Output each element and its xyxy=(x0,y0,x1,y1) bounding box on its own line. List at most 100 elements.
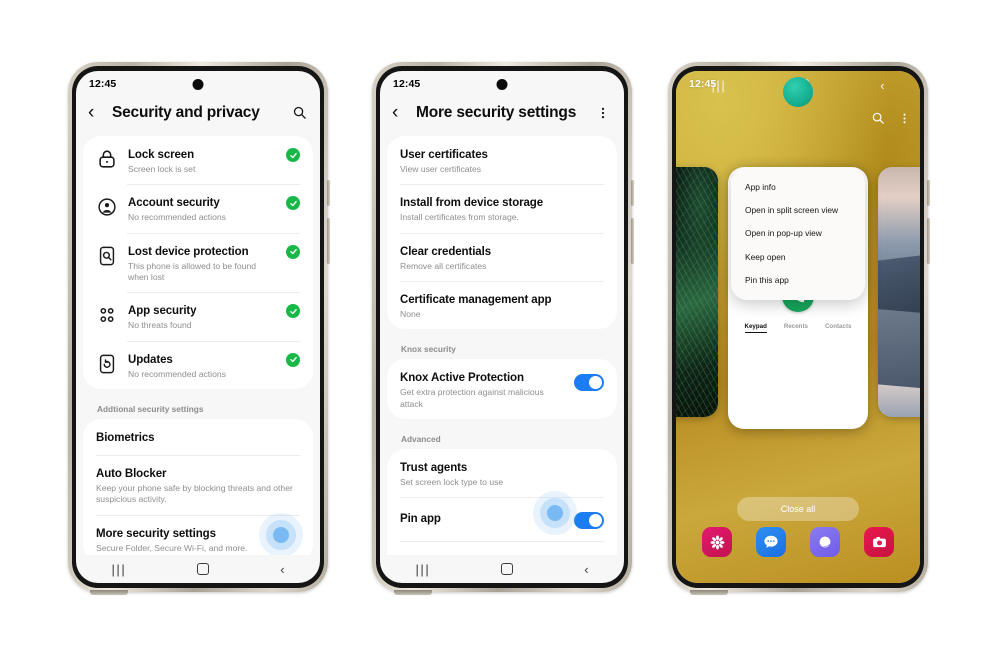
status-ok-badge xyxy=(286,244,300,259)
setting-row-clear-credentials[interactable]: Clear credentials Remove all certificate… xyxy=(389,232,615,281)
status-ok-badge xyxy=(286,148,300,162)
setting-row-trust-agents[interactable]: Trust agents Set screen lock type to use xyxy=(389,449,615,497)
setting-row-lock-screen[interactable]: Lock screen Screen lock is set xyxy=(85,136,311,184)
back-icon[interactable]: ‹ xyxy=(584,562,588,577)
tab-keypad[interactable]: Keypad xyxy=(744,323,767,333)
phone-screen-2: 12:45 ‹ More security settings User cert… xyxy=(380,71,624,583)
setting-row-lost-device-protection[interactable]: Lost device protection This phone is all… xyxy=(85,232,311,293)
knox-active-protection-toggle[interactable] xyxy=(574,374,604,392)
search-icon[interactable] xyxy=(290,104,308,122)
power-button[interactable] xyxy=(631,218,634,264)
phone-bezel-2: 12:45 ‹ More security settings User cert… xyxy=(376,66,628,588)
menu-item-pin-this-app[interactable]: Pin this app xyxy=(731,269,865,292)
settings-app-security-privacy: 12:45 ‹ Security and privacy Lock screen… xyxy=(76,71,320,583)
row-sub: View user certificates xyxy=(400,164,482,174)
status-clock: 12:45 xyxy=(89,78,117,90)
section-header-knox-security: Knox security xyxy=(401,344,456,355)
recents-card-left[interactable] xyxy=(676,167,718,417)
row-sub: Screen lock is set xyxy=(128,164,196,174)
recents-icon[interactable]: ||| xyxy=(415,562,430,577)
phone-bezel-3: 12:45 Keypad Recents Contacts App info O… xyxy=(672,66,924,588)
setting-row-certificate-management-app[interactable]: Certificate management app None xyxy=(389,281,615,329)
menu-item-app-info[interactable]: App info xyxy=(731,176,865,199)
page-title: More security settings xyxy=(416,103,577,121)
menu-item-open-in-pop-up-view[interactable]: Open in pop-up view xyxy=(731,222,865,245)
row-label: Install from device storage xyxy=(400,197,544,210)
status-clock: 12:45 xyxy=(393,78,421,90)
volume-button[interactable] xyxy=(327,180,330,206)
phone-screen-1: 12:45 ‹ Security and privacy Lock screen… xyxy=(76,71,320,583)
settings-scroll-2[interactable]: User certificates View user certificates… xyxy=(380,136,624,555)
row-sub: Get extra protection against malicious a… xyxy=(400,387,544,409)
setting-row-auto-blocker[interactable]: Auto Blocker Keep your phone safe by blo… xyxy=(85,455,311,515)
row-label: Clear credentials xyxy=(400,245,491,258)
tab-contacts[interactable]: Contacts xyxy=(825,323,851,333)
phone-device-2: 12:45 ‹ More security settings User cert… xyxy=(372,62,634,595)
row-sub: No recommended actions xyxy=(128,212,226,223)
system-navigation-bar-2: ||| ‹ xyxy=(380,555,624,583)
dialer-tabs: Keypad Recents Contacts xyxy=(728,323,868,333)
status-clock: 12:45 xyxy=(689,78,717,90)
additional-security-card: Biometrics Auto Blocker Keep your phone … xyxy=(83,419,313,555)
setting-row-knox-active-protection[interactable]: Knox Active Protection Get extra protect… xyxy=(389,359,615,419)
power-button[interactable] xyxy=(927,218,930,264)
recents-card-right[interactable] xyxy=(878,167,920,417)
home-icon[interactable] xyxy=(197,563,210,575)
recents-actions xyxy=(871,111,911,125)
section-header-additional-security: Addtional security settings xyxy=(97,404,204,415)
row-sub: Remove all certificates xyxy=(400,260,487,271)
chevron-left-icon[interactable]: ‹ xyxy=(88,103,104,122)
volume-button[interactable] xyxy=(631,180,634,206)
setting-row-biometrics[interactable]: Biometrics xyxy=(85,419,311,455)
menu-item-open-in-split-screen-view[interactable]: Open in split screen view xyxy=(731,199,865,222)
row-label: Account security xyxy=(128,197,220,210)
camera-punch-hole xyxy=(496,79,508,90)
palm-leaf-thumbnail xyxy=(676,167,718,417)
row-sub: Secure Folder, Secure Wi-Fi, and more. xyxy=(96,542,248,553)
row-label: More security settings xyxy=(96,527,216,540)
power-button[interactable] xyxy=(327,218,330,264)
gallery-icon[interactable] xyxy=(702,527,732,557)
recents-icon[interactable]: ||| xyxy=(111,562,126,577)
setting-row-pin-app[interactable]: Pin app xyxy=(389,491,615,541)
row-sub: Install certificates from storage. xyxy=(400,212,519,223)
camera-icon[interactable] xyxy=(864,527,894,557)
setting-row-updates[interactable]: Updates No recommended actions xyxy=(85,340,311,389)
volume-button[interactable] xyxy=(927,180,930,206)
search-icon[interactable] xyxy=(871,111,885,125)
app-bar-2: ‹ More security settings xyxy=(380,97,624,136)
knox-security-card: Knox Active Protection Get extra protect… xyxy=(387,359,617,420)
setting-row-galaxy-system-app-update[interactable]: Galaxy system app update xyxy=(389,541,615,555)
app-bar-1: ‹ Security and privacy xyxy=(76,97,320,136)
messages-icon[interactable] xyxy=(756,527,786,557)
phone-device-3: 12:45 Keypad Recents Contacts App info O… xyxy=(668,62,930,595)
advanced-card: Trust agents Set screen lock type to use… xyxy=(387,449,617,555)
app-icon-badge xyxy=(783,77,813,107)
overflow-menu-icon[interactable] xyxy=(898,112,911,125)
section-header-advanced: Advanced xyxy=(401,434,441,445)
setting-row-account-security[interactable]: Account security No recommended actions xyxy=(85,184,311,232)
menu-item-keep-open[interactable]: Keep open xyxy=(731,246,865,269)
setting-row-more-security-settings[interactable]: More security settings Secure Folder, Se… xyxy=(85,512,311,555)
status-bar-2: 12:45 xyxy=(380,71,624,97)
home-icon[interactable] xyxy=(501,563,514,575)
close-all-button[interactable]: Close all xyxy=(737,497,859,521)
row-label: Lost device protection xyxy=(128,245,249,258)
row-label: Biometrics xyxy=(96,432,155,445)
chevron-left-icon[interactable]: ‹ xyxy=(392,103,408,122)
setting-row-app-security[interactable]: App security No threats found xyxy=(85,292,311,340)
update-icon xyxy=(96,353,118,375)
row-sub: No recommended actions xyxy=(128,368,226,379)
overflow-menu-icon[interactable] xyxy=(594,104,612,122)
internet-icon[interactable] xyxy=(810,527,840,557)
find-device-icon xyxy=(96,245,118,267)
device-bottom-notch xyxy=(394,590,432,595)
row-label: Certificate management app xyxy=(400,294,552,307)
setting-row-user-certificates[interactable]: User certificates View user certificates xyxy=(389,136,615,184)
back-icon[interactable]: ‹ xyxy=(280,562,284,577)
status-ok-badge xyxy=(286,304,300,319)
tab-recents[interactable]: Recents xyxy=(784,323,808,333)
pin-app-toggle[interactable] xyxy=(574,512,604,530)
settings-scroll-1[interactable]: Lock screen Screen lock is set Account s… xyxy=(76,136,320,555)
setting-row-install-from-device-storage[interactable]: Install from device storage Install cert… xyxy=(389,184,615,232)
